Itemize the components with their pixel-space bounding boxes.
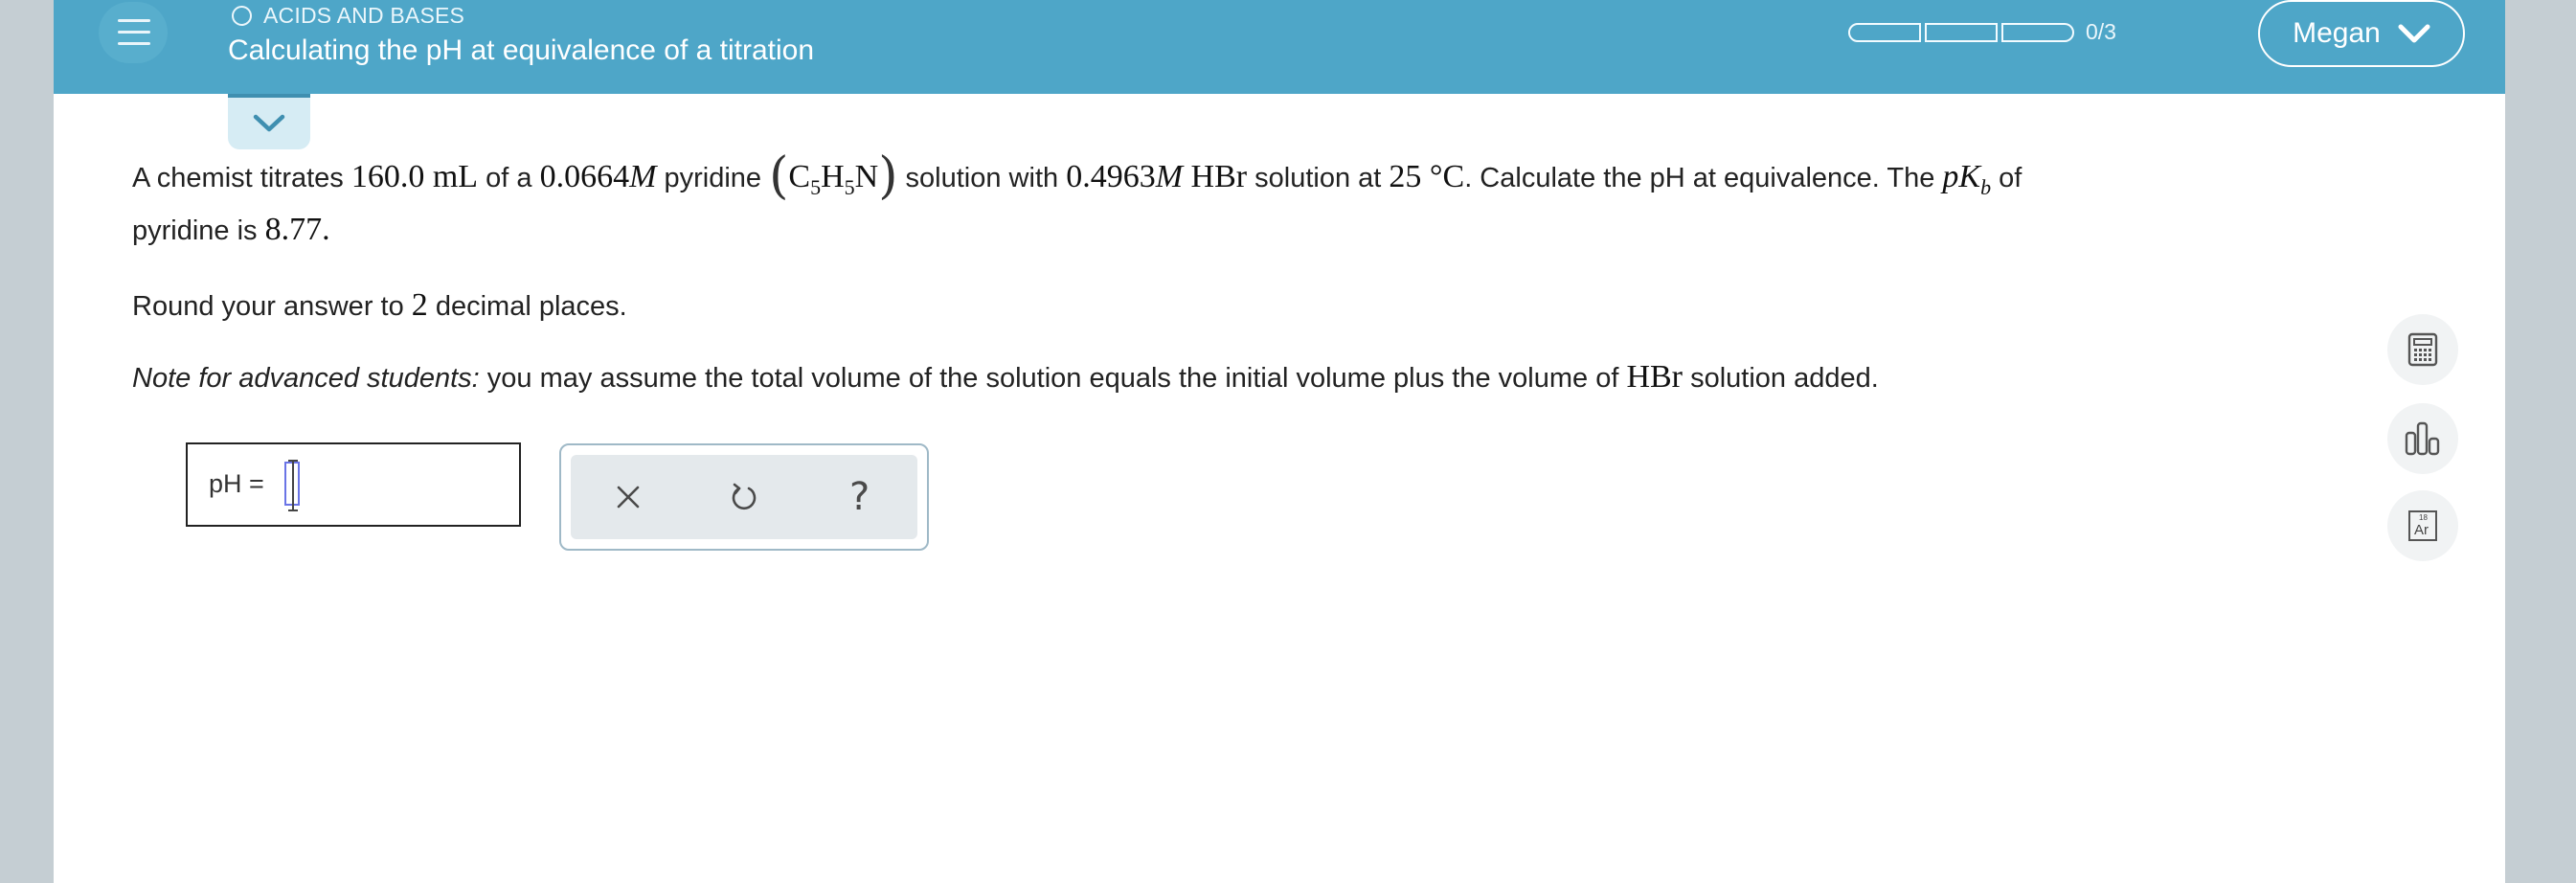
question-line-2: pyridine is 8.77. bbox=[132, 211, 330, 250]
decimal-places-value: 2 bbox=[411, 287, 428, 323]
temperature-value: 25 °C bbox=[1389, 159, 1465, 194]
periodic-symbol: Ar bbox=[2414, 522, 2429, 538]
data-chart-button[interactable] bbox=[2387, 403, 2458, 474]
hbr-formula: HBr bbox=[1626, 359, 1683, 395]
concentration-1-value: 0.0664 bbox=[539, 159, 630, 194]
menu-button[interactable] bbox=[99, 2, 168, 63]
question-text: pyridine bbox=[656, 163, 770, 193]
undo-button[interactable] bbox=[715, 468, 773, 526]
text-cursor-icon bbox=[292, 460, 294, 511]
molar-unit: M bbox=[629, 159, 657, 194]
periodic-table-button[interactable]: 18 Ar bbox=[2387, 490, 2458, 561]
collapse-header-tab[interactable] bbox=[228, 94, 310, 149]
paren-close: ) bbox=[878, 147, 898, 205]
answer-tools-panel: ? bbox=[559, 443, 929, 551]
progress-segment bbox=[2001, 22, 2074, 42]
ph-answer-field[interactable]: pH = bbox=[186, 442, 521, 527]
progress-segment bbox=[1925, 22, 1998, 42]
hamburger-icon bbox=[118, 19, 150, 22]
undo-icon bbox=[732, 483, 757, 510]
volume-value: 160.0 mL bbox=[350, 159, 479, 194]
pkb-p: p bbox=[1942, 159, 1959, 194]
question-text: A chemist titrates bbox=[132, 163, 351, 193]
concentration-1: 0.0664M bbox=[540, 159, 657, 194]
paren-open: ( bbox=[769, 147, 789, 205]
formula-part: H bbox=[821, 159, 845, 194]
pyridine-formula: (C5H5N) bbox=[769, 147, 897, 205]
bar-chart-icon bbox=[2405, 421, 2440, 456]
question-text: pyridine is bbox=[132, 215, 265, 246]
topic-label: ACIDS AND BASES bbox=[263, 2, 465, 28]
concentration-2: 0.4963M HBr bbox=[1066, 159, 1247, 194]
formula-part: N bbox=[854, 159, 879, 194]
pkb-k: K bbox=[1958, 159, 1981, 194]
page-title: Calculating the pH at equivalence of a t… bbox=[228, 34, 815, 66]
help-button[interactable]: ? bbox=[831, 468, 889, 526]
question-icon: ? bbox=[849, 475, 870, 519]
header-bar: ACIDS AND BASES Calculating the pH at eq… bbox=[54, 0, 2505, 94]
progress-indicator: 0/3 bbox=[1848, 19, 2116, 45]
question-text: Round your answer to bbox=[132, 291, 412, 322]
cursor-cap bbox=[288, 509, 298, 511]
text-cursor-placeholder[interactable] bbox=[284, 460, 300, 511]
ph-label-text: pH bbox=[209, 469, 242, 498]
calculator-icon bbox=[2407, 332, 2438, 367]
x-icon bbox=[618, 486, 640, 509]
formula-subscript: 5 bbox=[810, 175, 822, 199]
calculator-button[interactable] bbox=[2387, 314, 2458, 385]
periodic-table-icon: 18 Ar bbox=[2408, 510, 2437, 541]
progress-text: 0/3 bbox=[2086, 19, 2116, 44]
question-text: solution at bbox=[1247, 163, 1390, 193]
periodic-number: 18 bbox=[2419, 513, 2428, 522]
concentration-2-value: 0.4963 bbox=[1066, 159, 1156, 194]
formula-subscript: 5 bbox=[844, 175, 855, 199]
advanced-note: Note for advanced students: you may assu… bbox=[132, 358, 1879, 397]
chevron-down-icon bbox=[253, 114, 285, 132]
user-menu-button[interactable]: Megan bbox=[2258, 0, 2465, 67]
note-label: Note for advanced students: bbox=[132, 363, 480, 394]
formula-part: C bbox=[788, 159, 811, 194]
equals-sign: = bbox=[249, 469, 264, 498]
topic-row[interactable]: ACIDS AND BASES bbox=[232, 2, 464, 29]
question-text: . Calculate the pH at equivalence. The bbox=[1464, 163, 1943, 193]
page: ACIDS AND BASES Calculating the pH at eq… bbox=[54, 0, 2505, 883]
user-name: Megan bbox=[2293, 17, 2381, 49]
cursor-cap bbox=[288, 460, 298, 462]
question-text: of a bbox=[478, 163, 540, 193]
question-text: you may assume the total volume of the s… bbox=[479, 363, 1627, 394]
pkb-subscript: b bbox=[1980, 175, 1992, 199]
question-text: of bbox=[1991, 163, 2022, 193]
pkb-symbol: pKb bbox=[1942, 159, 1991, 199]
question-text: solution with bbox=[897, 163, 1067, 193]
clear-button[interactable] bbox=[599, 468, 657, 526]
chevron-down-icon bbox=[2398, 24, 2430, 43]
hamburger-icon-line bbox=[118, 42, 150, 45]
question-text: solution added. bbox=[1683, 363, 1879, 394]
answer-tools-bar: ? bbox=[571, 455, 917, 539]
progress-segment bbox=[1848, 22, 1921, 42]
topic-circle-icon bbox=[232, 5, 252, 26]
ph-label: pH = bbox=[209, 469, 264, 499]
question-text: decimal places. bbox=[427, 291, 627, 322]
question-text: . bbox=[322, 212, 330, 247]
hbr-formula: HBr bbox=[1190, 159, 1248, 194]
pkb-value: 8.77 bbox=[264, 212, 323, 247]
rounding-instruction: Round your answer to 2 decimal places. bbox=[132, 286, 627, 326]
molar-unit: M bbox=[1155, 159, 1184, 194]
hamburger-icon-line bbox=[118, 31, 150, 34]
question-line-1: A chemist titrates 160.0 mL of a 0.0664M… bbox=[132, 147, 2022, 216]
